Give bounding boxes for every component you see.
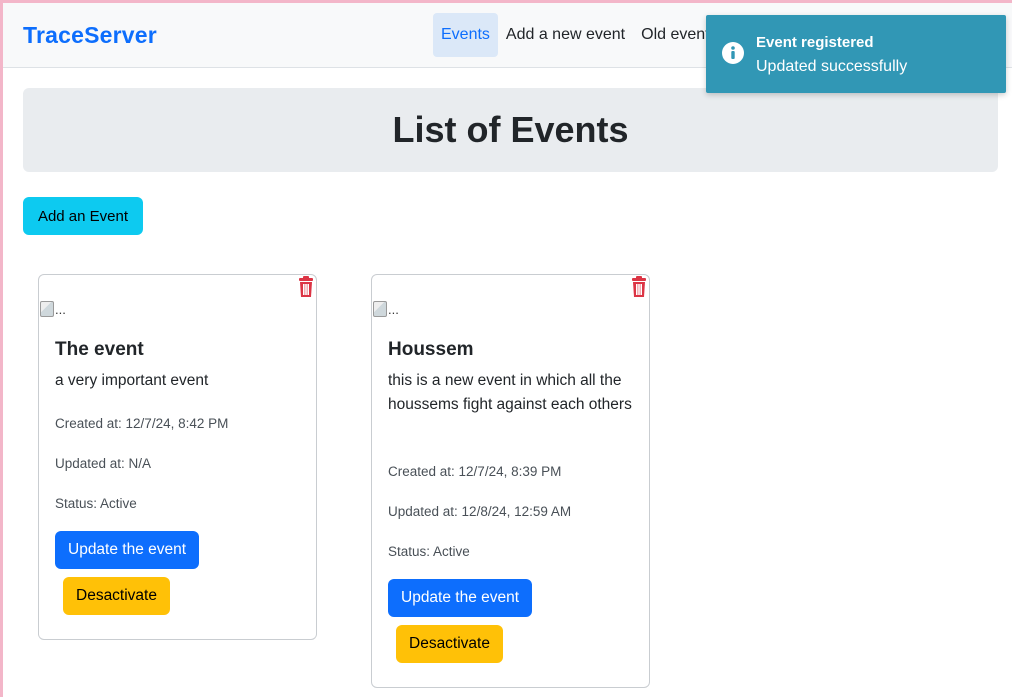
toast-message: Updated successfully <box>756 58 908 75</box>
toast-notification[interactable]: Event registered Updated successfully <box>706 15 1006 93</box>
image-alt-text: ... <box>388 302 399 317</box>
updated-at: Updated at: N/A <box>55 456 152 471</box>
status: Status: Active <box>388 544 470 559</box>
add-event-button[interactable]: Add an Event <box>23 197 143 235</box>
toast-title: Event registered <box>756 34 874 51</box>
page-header: List of Events <box>23 88 998 172</box>
event-image: ... <box>373 301 399 317</box>
deactivate-button[interactable]: Desactivate <box>396 625 503 663</box>
broken-image-icon <box>40 301 54 317</box>
event-description: a very important event <box>55 372 209 389</box>
updated-at: Updated at: 12/8/24, 12:59 AM <box>388 504 572 519</box>
page-title: List of Events <box>392 109 629 150</box>
brand-logo[interactable]: TraceServer <box>23 22 157 49</box>
nav-link-add-event[interactable]: Add a new event <box>498 13 633 57</box>
card-body: The event a very important event <box>55 339 302 393</box>
image-alt-text: ... <box>55 302 66 317</box>
event-card: ... Houssem this is a new event in which… <box>371 274 650 688</box>
event-image: ... <box>40 301 66 317</box>
event-card: ... The event a very important event Cre… <box>38 274 317 640</box>
trash-icon[interactable] <box>630 276 648 298</box>
deactivate-button[interactable]: Desactivate <box>63 577 170 615</box>
update-event-button[interactable]: Update the event <box>55 531 200 569</box>
info-icon <box>722 42 744 64</box>
event-title: Houssem <box>388 339 474 360</box>
created-at: Created at: 12/7/24, 8:39 PM <box>388 464 562 479</box>
event-description: this is a new event in which all the hou… <box>388 372 632 413</box>
nav-links: Events Add a new event Old event <box>433 13 718 57</box>
card-body: Houssem this is a new event in which all… <box>388 339 635 417</box>
update-event-button[interactable]: Update the event <box>388 579 533 617</box>
broken-image-icon <box>373 301 387 317</box>
event-title: The event <box>55 339 144 360</box>
nav-link-events[interactable]: Events <box>433 13 498 57</box>
nav-link-old-events[interactable]: Old event <box>633 13 717 57</box>
status: Status: Active <box>55 496 137 511</box>
created-at: Created at: 12/7/24, 8:42 PM <box>55 416 229 431</box>
trash-icon[interactable] <box>297 276 315 298</box>
